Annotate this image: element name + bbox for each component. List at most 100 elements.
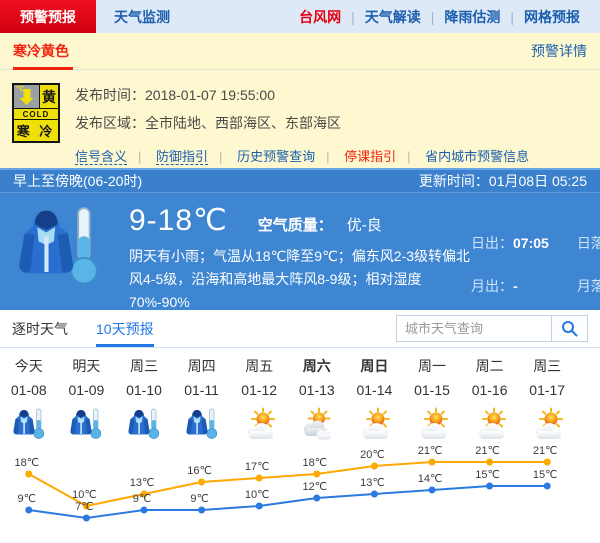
nav-link-weather-explain[interactable]: 天气解读 [355,7,431,27]
publish-area-row: 发布区域：全市陆地、西部海区、东部海区 [75,113,529,133]
link-defense-guide[interactable]: 防御指引 [156,149,208,165]
nav-links: 台风网 | 天气解读 | 降雨估测 | 网格预报 [289,0,600,33]
svg-text:17℃: 17℃ [245,461,270,473]
day-name: 周四 [173,356,231,376]
city-search-input[interactable] [397,316,551,341]
svg-text:10℃: 10℃ [245,489,270,501]
weather-description: 阴天有小雨；气温从18℃降至9℃；偏东风2-3级转偏北风4-5级，沿海和高地最大… [129,245,471,314]
day-name: 周二 [461,356,519,376]
day-icons-row [0,402,576,446]
publish-area-value: 全市陆地、西部海区、东部海区 [145,115,341,131]
period-label: 早上至傍晚(06-20时) [13,171,142,191]
day-date: 01-10 [115,382,173,398]
sun-cloud-weather-icon [346,405,404,443]
magnifier-icon [561,320,578,337]
cold-weather-icon [58,405,116,443]
link-history-warning-query[interactable]: 历史预警查询 [237,149,315,164]
day-name: 周一 [403,356,461,376]
svg-text:20℃: 20℃ [360,449,385,461]
sun-cloud-weather-icon [230,405,288,443]
sun-cloud-weather-icon [403,405,461,443]
svg-text:15℃: 15℃ [533,469,558,481]
nav-tab-weather-monitor[interactable]: 天气监测 [96,0,188,33]
temp-range: 9-18℃ [129,203,228,238]
day-name: 周三 [518,356,576,376]
day-date: 01-15 [403,382,461,398]
search-button[interactable] [551,316,587,341]
current-period-bar: 早上至傍晚(06-20时) 更新时间：01月08日 05:25 [0,168,600,193]
day-date: 01-12 [230,382,288,398]
warning-links-row: 信号含义| 防御指引| 历史预警查询| 停课指引| 省内城市预警信息 [75,146,529,165]
cloudy-weather-icon [288,405,346,443]
day-date: 01-09 [58,382,116,398]
nav-tab-warning-forecast[interactable]: 预警预报 [0,0,96,33]
publish-time-value: 2018-01-07 19:55:00 [145,87,275,103]
moonrise: 月出：- [471,276,549,310]
svg-text:12℃: 12℃ [303,481,328,493]
day-date: 01-08 [0,382,58,398]
current-weather-panel: 9-18℃ 空气质量： 优-良 阴天有小雨；气温从18℃降至9℃；偏东风2-3级… [0,193,600,310]
aqi-value: 优-良 [347,214,382,235]
day-name: 今天 [0,356,58,376]
day-name: 明天 [58,356,116,376]
city-search-box [396,315,588,342]
svg-text:7℃: 7℃ [75,501,93,513]
cold-weather-icon [173,405,231,443]
cold-coat-thermometer-icon [13,203,105,295]
cold-weather-icon [115,405,173,443]
svg-text:21℃: 21℃ [475,446,500,457]
svg-text:15℃: 15℃ [475,469,500,481]
warning-level-char: 黄 [40,85,58,109]
day-dates-row: 01-0801-0901-1001-1101-1201-1301-1401-15… [0,378,576,402]
top-nav: 预警预报 天气监测 台风网 | 天气解读 | 降雨估测 | 网格预报 [0,0,600,33]
svg-text:9℃: 9℃ [190,493,208,505]
svg-text:13℃: 13℃ [360,477,385,489]
sunrise: 日出：07:05 [471,233,549,267]
day-date: 01-11 [173,382,231,398]
day-date: 01-13 [288,382,346,398]
day-date: 01-16 [461,382,519,398]
day-name: 周三 [115,356,173,376]
svg-text:18℃: 18℃ [303,457,328,469]
svg-text:9℃: 9℃ [18,493,36,505]
warning-panel: ℃ 黄 COLD 寒 冷 发布时间：2018-01-07 19:55:00 发布… [0,70,600,168]
link-signal-meaning[interactable]: 信号含义 [75,149,127,165]
day-name: 周日 [346,356,404,376]
svg-text:16℃: 16℃ [187,465,212,477]
day-date: 01-17 [518,382,576,398]
cold-weather-icon [0,405,58,443]
warning-cold-en: COLD [14,109,58,120]
tab-hourly-weather[interactable]: 逐时天气 [12,310,68,347]
svg-text:21℃: 21℃ [533,446,558,457]
svg-text:21℃: 21℃ [418,446,443,457]
day-name: 周六 [288,356,346,376]
sun-cloud-weather-icon [461,405,519,443]
link-province-city-warnings[interactable]: 省内城市预警信息 [425,149,529,164]
forecast-tabs-bar: 逐时天气 10天预报 [0,310,600,348]
nav-link-rain-estimate[interactable]: 降雨估测 [434,7,510,27]
ten-day-forecast: 今天明天周三周四周五周六周日周一周二周三 01-0801-0901-1001-1… [0,348,576,538]
tab-10day-forecast[interactable]: 10天预报 [96,310,154,347]
svg-text:9℃: 9℃ [133,493,151,505]
day-name: 周五 [230,356,288,376]
sunset: 日落：17:55 [577,233,600,267]
nav-link-typhoon[interactable]: 台风网 [289,7,351,27]
svg-text:18℃: 18℃ [15,457,40,469]
temperature-chart: 18℃10℃13℃16℃17℃18℃20℃21℃21℃21℃9℃7℃9℃9℃10… [0,446,576,538]
aqi-label: 空气质量： [258,214,333,235]
moonset: 月落：11:51 [577,276,600,310]
warning-level-bar: 寒冷黄色 预警详情 [0,33,600,70]
svg-text:13℃: 13℃ [130,477,155,489]
warning-level-tab[interactable]: 寒冷黄色 [13,33,69,69]
link-class-suspension-guide[interactable]: 停课指引 [344,149,396,164]
warning-details-link[interactable]: 预警详情 [531,41,587,61]
publish-time-row: 发布时间：2018-01-07 19:55:00 [75,85,529,105]
day-date: 01-14 [346,382,404,398]
svg-text:14℃: 14℃ [418,473,443,485]
warning-cold-cn: 寒 冷 [14,120,58,141]
temperature-drop-arrow-icon: ℃ [14,85,40,109]
sun-cloud-weather-icon [518,405,576,443]
nav-link-grid-forecast[interactable]: 网格预报 [514,7,590,27]
cold-yellow-warning-icon: ℃ 黄 COLD 寒 冷 [12,83,60,143]
update-time: 更新时间：01月08日 05:25 [419,171,587,191]
